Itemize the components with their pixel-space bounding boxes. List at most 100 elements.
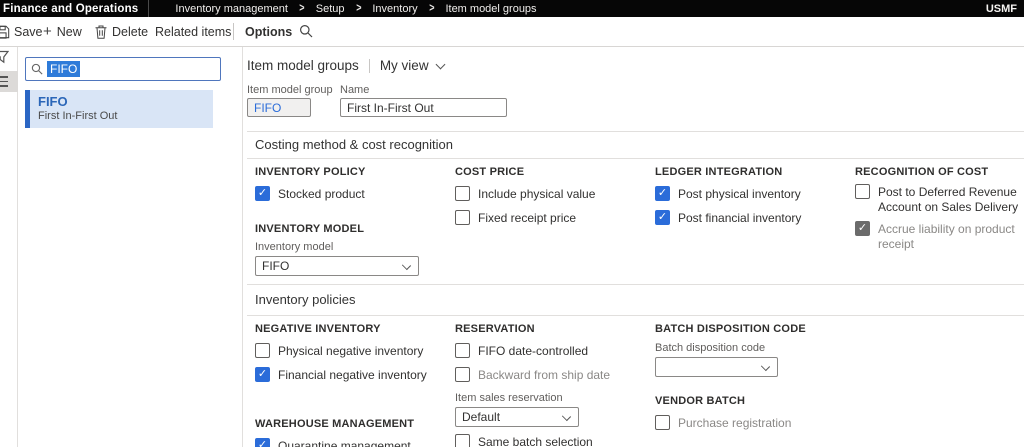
group-header: NEGATIVE INVENTORY [255,323,381,335]
trash-icon [95,25,107,39]
quarantine-management-checkbox[interactable]: ✓ [255,438,270,447]
checkbox-row: ✓ Post to Deferred Revenue Account on Sa… [855,184,1021,215]
column-batch-disposition: BATCH DISPOSITION CODE Batch disposition… [655,323,851,431]
search-icon [31,63,43,75]
group-header: INVENTORY MODEL [255,223,365,235]
name-label: Name [340,84,370,96]
checkbox-row: ✓ Quarantine management [255,438,451,447]
breadcrumb-item-model-groups[interactable]: Item model groups [445,3,536,15]
financial-negative-inventory-checkbox[interactable]: ✓ [255,367,270,382]
page-header: Item model groups My view [247,58,446,73]
checkbox-row: ✓ Post physical inventory [655,186,851,202]
checkbox-row: ✓ Physical negative inventory [255,343,451,359]
checkbox-row: ✓ Fixed receipt price [455,210,651,226]
group-header: BATCH DISPOSITION CODE [655,323,806,335]
section-title-inventory-policies[interactable]: Inventory policies [255,292,355,307]
name-field[interactable]: First In-First Out [340,98,507,117]
item-sales-reservation-select[interactable]: Default [455,407,579,427]
page-title: Item model groups [247,58,359,73]
list-item-title: FIFO [38,94,68,109]
checkbox-row: ✓ Backward from ship date [455,367,651,383]
fixed-receipt-price-checkbox[interactable]: ✓ [455,210,470,225]
accrue-liability-checkbox: ✓ [855,221,870,236]
group-header: VENDOR BATCH [655,395,746,407]
column-reservation: RESERVATION ✓ FIFO date-controlled ✓ Bac… [455,323,651,447]
top-navigation-bar: Finance and Operations Inventory managem… [0,0,1024,17]
chevron-right-icon: > [355,2,362,15]
include-physical-value-checkbox[interactable]: ✓ [455,186,470,201]
group-header: RECOGNITION OF COST [855,166,989,178]
chevron-down-icon [561,411,572,422]
save-button[interactable]: Save [0,17,43,46]
column-ledger-integration: LEDGER INTEGRATION ✓ Post physical inven… [655,166,851,226]
topbar-divider [148,0,150,17]
column-negative-inventory: NEGATIVE INVENTORY ✓ Physical negative i… [255,323,451,447]
chevron-down-icon[interactable] [435,59,446,69]
actionbar-divider [233,23,234,40]
check-icon: ✓ [257,187,268,199]
view-selector[interactable]: My view [380,58,429,73]
save-icon [0,25,10,39]
inventory-model-select[interactable]: FIFO [255,256,419,276]
breadcrumb-setup[interactable]: Setup [316,3,345,15]
header-divider [368,58,370,73]
quick-filter-input[interactable]: FIFO [25,57,221,81]
group-header: INVENTORY POLICY [255,166,366,178]
item-sales-reservation-label: Item sales reservation [455,392,563,404]
chevron-right-icon: > [428,2,435,15]
search-button[interactable] [299,24,313,38]
post-to-deferred-revenue-checkbox[interactable]: ✓ [855,184,870,199]
chevron-right-icon: > [299,2,305,15]
checkbox-row: ✓ Same batch selection [455,434,651,447]
new-button[interactable]: + New [43,17,82,46]
list-item-subtitle: First In-First Out [38,110,118,122]
plus-icon: + [43,23,52,40]
related-items-button[interactable]: Related items [155,17,231,46]
app-title: Finance and Operations [3,2,139,15]
purchase-registration-checkbox: ✓ [655,415,670,430]
checkbox-row: ✓ Post financial inventory [655,210,851,226]
checkbox-row: ✓ Include physical value [455,186,651,202]
checkbox-row: ✓ Accrue liability on product receipt [855,221,1021,252]
record-list-panel: FIFO FIFO First In-First Out [19,47,243,447]
breadcrumb-inventory[interactable]: Inventory [372,3,417,15]
breadcrumb-inventory-management[interactable]: Inventory management [175,3,288,15]
post-physical-inventory-checkbox[interactable]: ✓ [655,186,670,201]
stocked-product-checkbox[interactable]: ✓ [255,186,270,201]
section-divider [247,131,1024,132]
filter-icon[interactable] [0,50,9,64]
post-financial-inventory-checkbox[interactable]: ✓ [655,210,670,225]
show-list-button[interactable] [0,71,18,92]
list-item-fifo[interactable]: FIFO First In-First Out [25,90,213,128]
section-title-costing[interactable]: Costing method & cost recognition [255,137,453,152]
checkbox-row: ✓ Stocked product [255,186,451,202]
checkbox-row: ✓ Financial negative inventory [255,367,451,383]
item-model-group-label: Item model group [247,84,333,96]
batch-disposition-code-label: Batch disposition code [655,342,766,354]
group-header: RESERVATION [455,323,535,335]
main-content: Item model groups My view Item model gro… [244,47,1024,447]
physical-negative-inventory-checkbox[interactable]: ✓ [255,343,270,358]
action-bar: Save + New Delete Related items Options [0,17,1024,47]
checkbox-row: ✓ Purchase registration [655,415,851,431]
inventory-model-label: Inventory model [255,241,334,253]
section-divider [247,284,1024,285]
chevron-down-icon [760,361,771,372]
backward-from-ship-date-checkbox: ✓ [455,367,470,382]
batch-disposition-code-select[interactable] [655,357,778,377]
column-cost-price: COST PRICE ✓ Include physical value ✓ Fi… [455,166,651,226]
chevron-down-icon [401,260,412,271]
fifo-date-controlled-checkbox[interactable]: ✓ [455,343,470,358]
filter-text-selected: FIFO [47,61,81,77]
column-inventory-policy: INVENTORY POLICY ✓ Stocked product INVEN… [255,166,451,276]
company-badge[interactable]: USMF [986,3,1024,15]
group-header: LEDGER INTEGRATION [655,166,783,178]
options-button[interactable]: Options [245,17,292,46]
column-recognition-of-cost: RECOGNITION OF COST ✓ Post to Deferred R… [855,166,1021,252]
same-batch-selection-checkbox[interactable]: ✓ [455,434,470,447]
item-model-group-field[interactable]: FIFO [247,98,311,117]
delete-button[interactable]: Delete [95,17,148,46]
section-divider [247,315,1024,316]
checkbox-row: ✓ FIFO date-controlled [455,343,651,359]
list-panel-toolbar [0,47,18,447]
